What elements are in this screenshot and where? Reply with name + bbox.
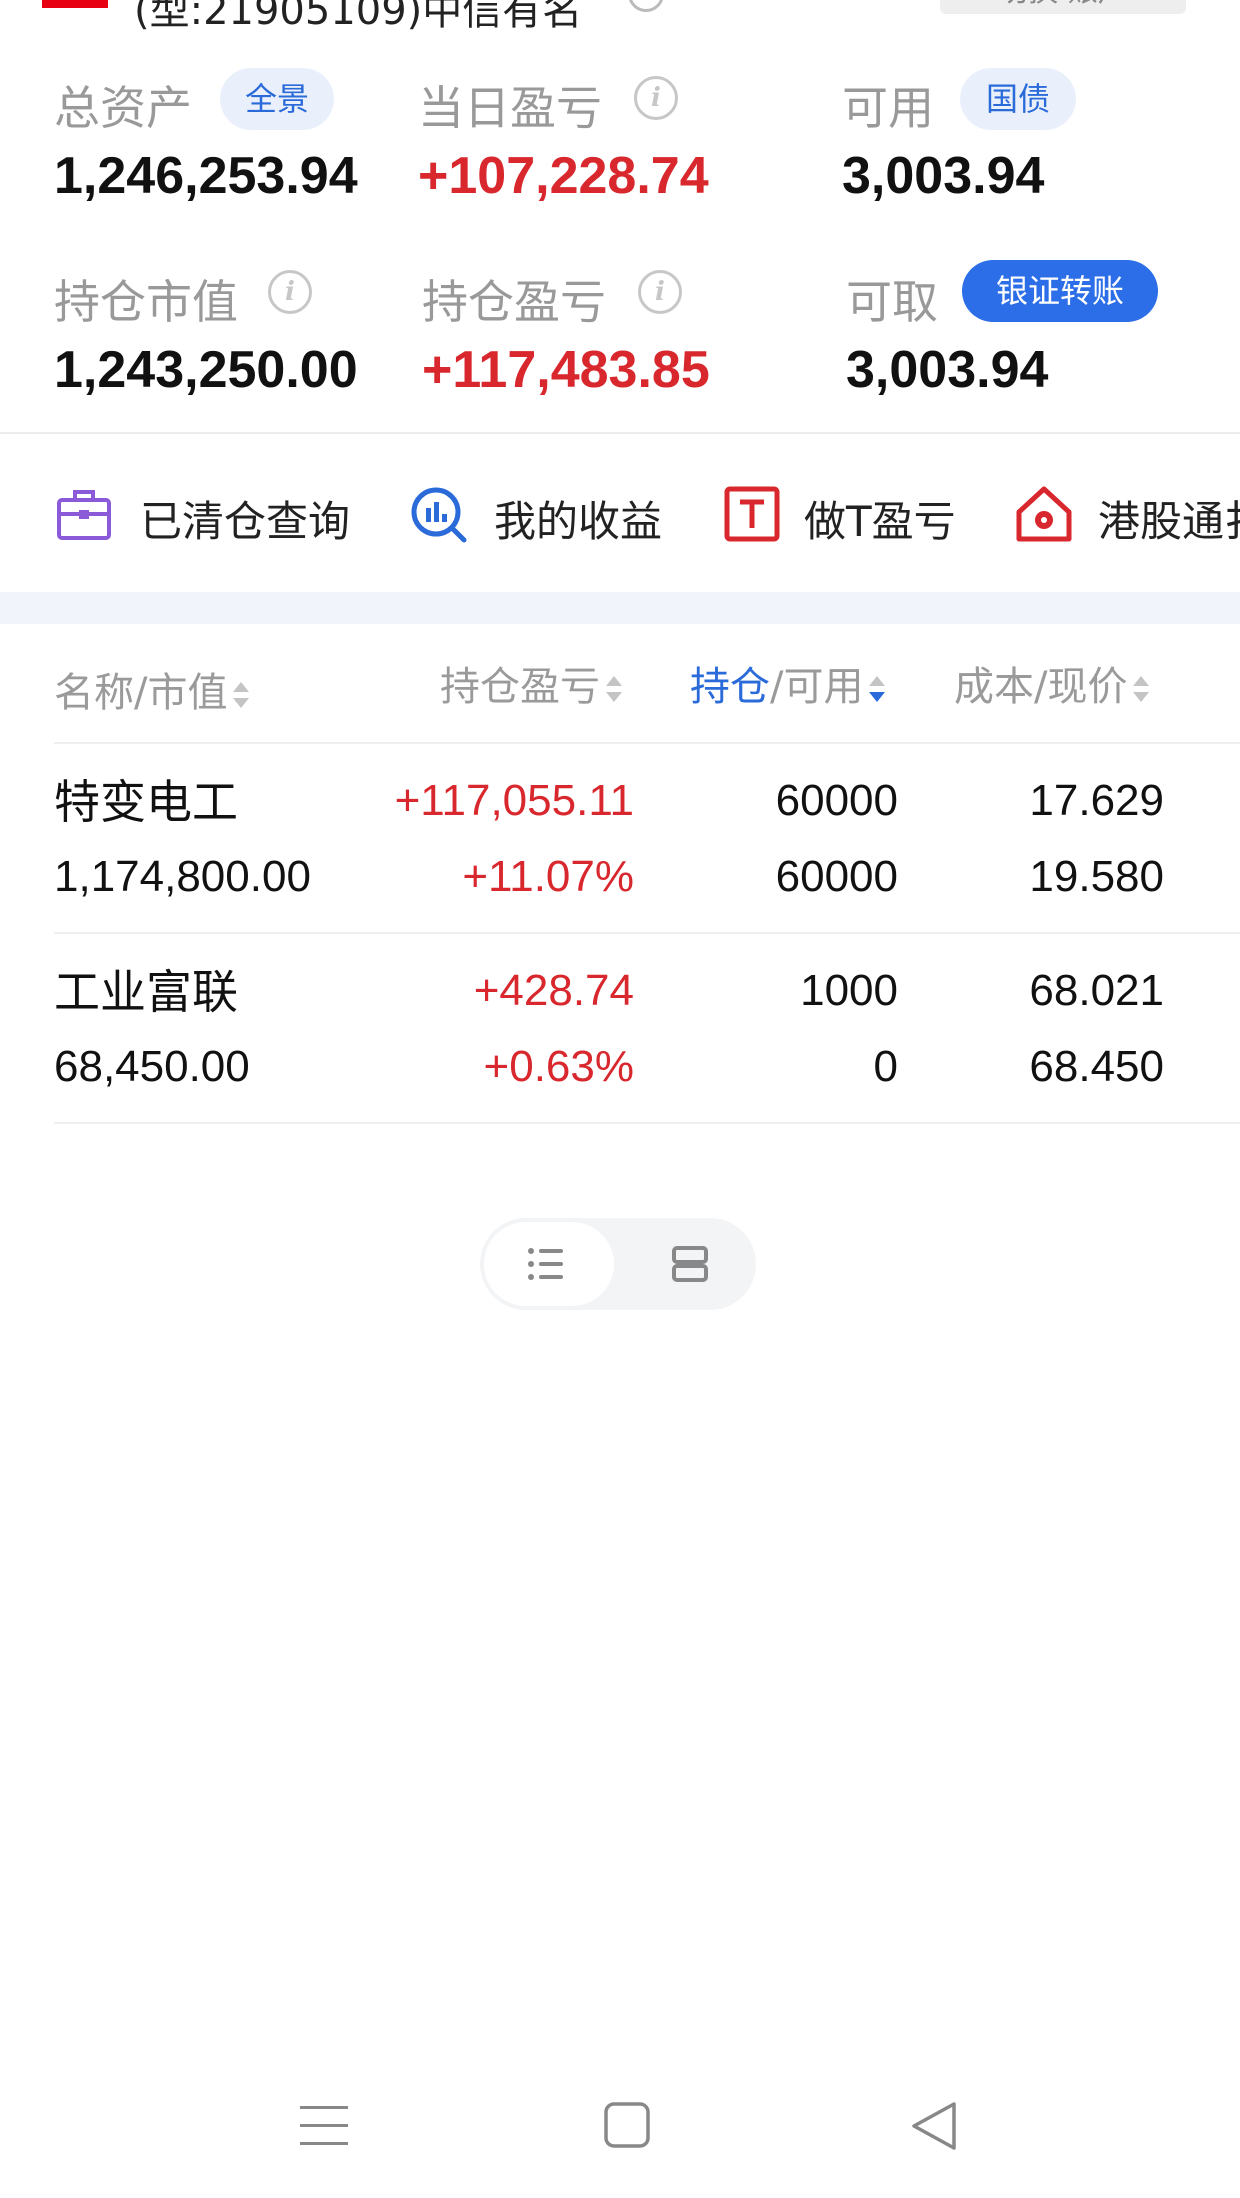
sort-icon — [869, 676, 886, 702]
account-info-icon[interactable] — [628, 0, 664, 12]
total-assets-label: 总资产 — [54, 81, 192, 135]
daily-pnl-label: 当日盈亏 — [418, 81, 602, 135]
market-value: 68,450.00 — [54, 1042, 250, 1091]
sort-icon — [233, 682, 250, 708]
menu-nav-button[interactable] — [294, 2096, 354, 2160]
home-square-icon — [604, 2102, 650, 2148]
position-pnl: +428.74 — [473, 966, 634, 1015]
account-label: (型:21905109)中信有名 — [134, 0, 583, 34]
back-triangle-icon — [912, 2102, 956, 2150]
list-view-icon — [528, 1248, 563, 1280]
sort-icon — [1133, 676, 1150, 702]
available-qty: 60000 — [775, 852, 898, 901]
sort-icon — [606, 676, 622, 702]
cost-price: 17.629 — [1029, 776, 1164, 825]
home-nav-button[interactable] — [598, 2096, 658, 2160]
available-qty: 0 — [873, 1042, 898, 1091]
position-market-value-label: 持仓市值 — [54, 275, 238, 329]
column-header-cost[interactable]: 成本/现价 — [954, 654, 1150, 712]
position-pnl-value: +117,483.85 — [422, 341, 710, 399]
daily-pnl-value: +107,228.74 — [418, 147, 709, 205]
market-value-info-icon[interactable]: i — [268, 270, 312, 314]
panorama-button[interactable]: 全景 — [220, 68, 334, 130]
market-value: 1,174,800.00 — [54, 852, 311, 901]
position-pnl-label: 持仓盈亏 — [422, 275, 606, 329]
column-header-position[interactable]: 持仓/可用 — [690, 654, 886, 712]
briefcase-icon — [57, 490, 111, 540]
position-pnl: +117,055.11 — [394, 776, 634, 825]
card-view-button[interactable] — [670, 1244, 710, 1288]
position-pnl-info-icon[interactable]: i — [638, 270, 682, 314]
cost-price: 68.021 — [1029, 966, 1164, 1015]
shortcut-hk-connect[interactable] — [1014, 484, 1074, 548]
section-band — [0, 592, 1240, 624]
column-header-label: 成本/现价 — [954, 664, 1128, 710]
column-header-label: 名称/市值 — [54, 670, 228, 716]
column-header-name[interactable]: 名称/市值 — [54, 660, 250, 718]
withdrawable-value: 3,003.94 — [846, 341, 1049, 399]
column-header-label: 持仓盈亏 — [440, 664, 600, 710]
current-price: 19.580 — [1029, 852, 1164, 901]
switch-account-button[interactable]: 切换 账户 — [940, 0, 1186, 14]
position-market-value: 1,243,250.00 — [54, 341, 358, 399]
column-header-label-active: 持仓 — [690, 664, 770, 710]
card-view-icon — [672, 1246, 708, 1282]
column-header-pnl[interactable]: 持仓盈亏 — [440, 654, 622, 712]
shortcut-t-trade-pnl[interactable] — [722, 484, 782, 548]
t-box-icon — [724, 486, 780, 542]
row-divider — [54, 1122, 1240, 1124]
hk-flag-house-icon — [1016, 486, 1072, 542]
shortcut-cleared-positions[interactable] — [54, 484, 114, 548]
position-qty: 1000 — [800, 966, 898, 1015]
stock-name: 特变电工 — [54, 775, 238, 829]
stock-name: 工业富联 — [54, 965, 238, 1019]
back-nav-button[interactable] — [904, 2096, 964, 2160]
current-price: 68.450 — [1029, 1042, 1164, 1091]
shortcut-label[interactable]: 做T盈亏 — [804, 488, 956, 549]
treasury-button[interactable]: 国债 — [960, 68, 1076, 130]
shortcut-label[interactable]: 我的收益 — [494, 488, 662, 549]
total-assets-value: 1,246,253.94 — [54, 147, 358, 205]
shortcut-my-earnings[interactable] — [408, 484, 468, 548]
list-view-button[interactable] — [526, 1244, 566, 1288]
position-pnl-pct: +11.07% — [462, 852, 634, 901]
bank-transfer-button[interactable]: 银证转账 — [962, 260, 1158, 322]
position-pnl-pct: +0.63% — [483, 1042, 634, 1091]
position-qty: 60000 — [775, 776, 898, 825]
menu-icon — [300, 2106, 348, 2145]
broker-flag — [42, 0, 108, 8]
withdrawable-label: 可取 — [846, 275, 938, 329]
available-value: 3,003.94 — [842, 147, 1045, 205]
chart-search-icon — [411, 487, 467, 543]
shortcut-label[interactable]: 港股通扌 — [1098, 488, 1240, 549]
summary-divider — [0, 432, 1240, 434]
available-label: 可用 — [842, 81, 934, 135]
daily-pnl-info-icon[interactable]: i — [634, 76, 678, 120]
shortcut-label[interactable]: 已清仓查询 — [140, 488, 350, 549]
column-header-label: /可用 — [770, 664, 864, 710]
